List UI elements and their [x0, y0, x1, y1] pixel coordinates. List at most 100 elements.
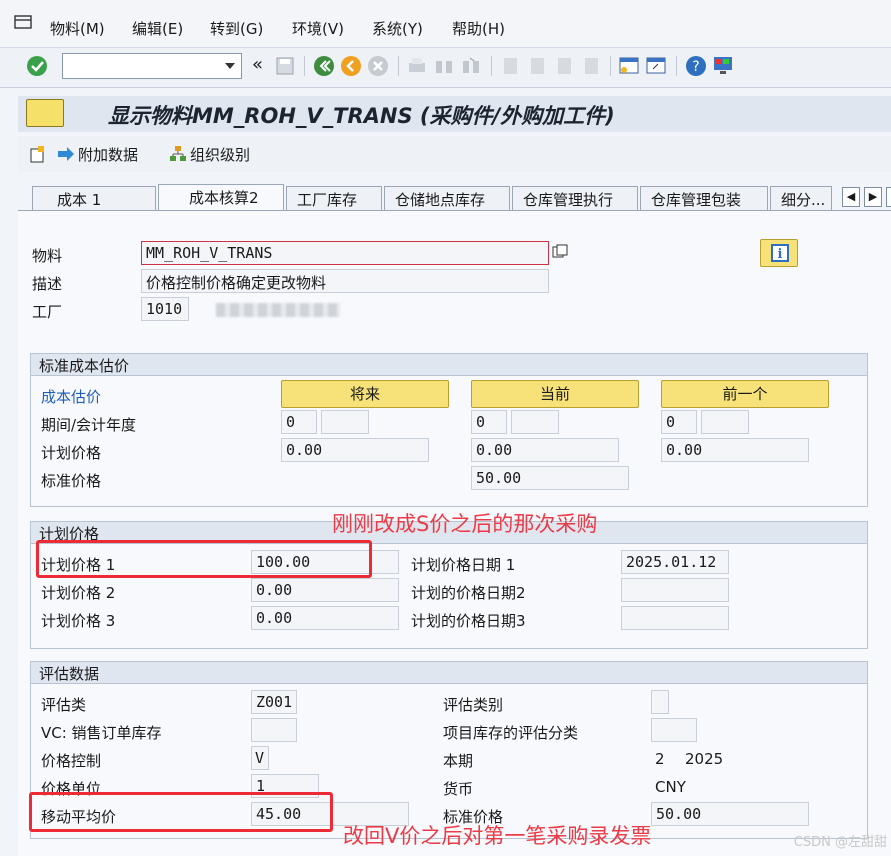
- tab-label: 细分...: [781, 191, 826, 209]
- chevron-down-icon[interactable]: [225, 63, 235, 69]
- tab-label: 仓库管理包装: [651, 191, 742, 209]
- tab-costing-2[interactable]: 成本核算2: [158, 184, 284, 210]
- previous-planned-price-field[interactable]: 0.00: [661, 438, 809, 462]
- menu-goto[interactable]: 转到(G): [210, 18, 263, 39]
- find-icon[interactable]: [433, 55, 455, 77]
- tab-wm-execution[interactable]: 仓库管理执行: [512, 186, 638, 210]
- tab-scroll-left-icon[interactable]: ◀: [842, 187, 860, 207]
- additional-data-button[interactable]: 附加数据: [78, 144, 138, 165]
- valuation-class-label: 评估类: [41, 696, 87, 714]
- shortcut-icon[interactable]: [645, 55, 667, 77]
- arrow-right-icon: [58, 147, 74, 161]
- planned-price-3-field[interactable]: 0.00: [251, 606, 399, 630]
- previous-period-field[interactable]: 0: [661, 410, 697, 434]
- current-button[interactable]: 当前: [471, 380, 639, 408]
- planned-price-date-2-label: 计划的价格日期2: [411, 584, 526, 602]
- tab-segment[interactable]: 细分...: [770, 186, 832, 210]
- info-button[interactable]: i: [760, 239, 798, 267]
- transaction-icon[interactable]: [26, 99, 64, 127]
- previous-button[interactable]: 前一个: [661, 380, 829, 408]
- planned-price-2-field[interactable]: 0.00: [251, 578, 399, 602]
- command-field[interactable]: [62, 53, 242, 79]
- command-input[interactable]: [65, 55, 215, 77]
- standard-price-field[interactable]: 50.00: [651, 802, 809, 826]
- price-control-field[interactable]: V: [251, 746, 269, 770]
- tab-strip: 成本 1 成本核算2 工厂库存 仓储地点库存 仓库管理执行 仓库管理包装 细分.…: [18, 184, 891, 210]
- material-field[interactable]: MM_ROH_V_TRANS: [141, 241, 549, 265]
- next-page-icon[interactable]: [553, 55, 575, 77]
- last-page-icon[interactable]: [580, 55, 602, 77]
- help-icon[interactable]: ?: [685, 55, 707, 77]
- org-levels-icon: [170, 146, 186, 161]
- cancel-icon[interactable]: [367, 55, 389, 77]
- valuation-class-field[interactable]: Z001: [251, 690, 297, 714]
- tab-wm-packaging[interactable]: 仓库管理包装: [640, 186, 768, 210]
- application-toolbar: 附加数据 组织级别: [18, 136, 891, 172]
- menu-help[interactable]: 帮助(H): [452, 18, 505, 39]
- current-year-field[interactable]: [511, 410, 559, 434]
- planned-price-date-3-label: 计划的价格日期3: [411, 612, 526, 630]
- system-menu-icon[interactable]: [14, 14, 34, 32]
- planned-price-date-1-field[interactable]: 2025.01.12: [621, 550, 729, 574]
- future-period-field[interactable]: 0: [281, 410, 317, 434]
- plant-field[interactable]: 1010: [141, 297, 189, 321]
- tab-cost-1[interactable]: 成本 1: [32, 186, 156, 210]
- group-title: 评估数据: [31, 662, 867, 684]
- tab-storage-location-stock[interactable]: 仓储地点库存: [384, 186, 510, 210]
- plant-label: 工厂: [32, 303, 63, 321]
- valuation-category-field[interactable]: [651, 690, 669, 714]
- menu-edit[interactable]: 编辑(E): [132, 18, 183, 39]
- enter-icon[interactable]: [26, 55, 48, 77]
- menu-system[interactable]: 系统(Y): [372, 18, 423, 39]
- annotation-top: 刚刚改成S价之后的那次采购: [332, 512, 598, 536]
- create-icon[interactable]: [28, 144, 48, 164]
- previous-year-field[interactable]: [701, 410, 749, 434]
- find-next-icon[interactable]: [460, 55, 482, 77]
- group-title: 标准成本估价: [31, 354, 867, 376]
- new-session-icon[interactable]: [618, 55, 640, 77]
- planned-price-label: 计划价格: [41, 444, 102, 462]
- toolbar-separator: [491, 56, 492, 76]
- planned-price-date-3-field[interactable]: [621, 606, 729, 630]
- current-planned-price-field[interactable]: 0.00: [471, 438, 619, 462]
- current-period-label: 本期: [443, 752, 474, 770]
- future-year-field[interactable]: [321, 410, 369, 434]
- currency-label: 货币: [443, 780, 474, 798]
- cost-estimate-label: 成本估价: [41, 388, 102, 406]
- page-title: 显示物料MM_ROH_V_TRANS (采购件/外购加工件): [108, 104, 615, 128]
- material-label: 物料: [32, 247, 63, 265]
- current-standard-price-field[interactable]: 50.00: [471, 466, 629, 490]
- future-button[interactable]: 将来: [281, 380, 449, 408]
- current-year-value: 2025: [685, 750, 724, 768]
- customize-icon[interactable]: [712, 55, 734, 77]
- tab-plant-stock[interactable]: 工厂库存: [286, 186, 382, 210]
- print-icon[interactable]: [406, 55, 428, 77]
- menu-material[interactable]: 物料(M): [50, 18, 105, 39]
- first-page-icon[interactable]: [499, 55, 521, 77]
- multiple-selection-icon[interactable]: [552, 244, 568, 260]
- vc-sales-order-stock-field[interactable]: [251, 718, 297, 742]
- double-chevron-left-icon[interactable]: «: [252, 54, 263, 75]
- org-levels-button[interactable]: 组织级别: [190, 144, 250, 165]
- current-period-value: 2: [655, 750, 665, 768]
- toolbar-separator: [304, 56, 305, 76]
- tab-list-icon[interactable]: [886, 187, 891, 207]
- planned-price-2-label: 计划价格 2: [41, 584, 116, 602]
- current-period-field[interactable]: 0: [471, 410, 507, 434]
- planned-price-date-2-field[interactable]: [621, 578, 729, 602]
- period-fiscal-year-label: 期间/会计年度: [41, 416, 137, 434]
- save-icon[interactable]: [274, 55, 296, 77]
- svg-text:?: ?: [692, 59, 699, 75]
- project-stock-valuation-field[interactable]: [651, 718, 697, 742]
- currency-value: CNY: [655, 778, 686, 796]
- description-field[interactable]: 价格控制价格确定更改物料: [141, 269, 549, 293]
- exit-icon[interactable]: [340, 55, 362, 77]
- menu-environment[interactable]: 环境(V): [292, 18, 344, 39]
- svg-text:i: i: [778, 247, 783, 262]
- toolbar-separator: [610, 56, 611, 76]
- back-icon[interactable]: [313, 55, 335, 77]
- prev-page-icon[interactable]: [526, 55, 548, 77]
- tab-scroll-right-icon[interactable]: ▶: [864, 187, 882, 207]
- standard-price-label: 标准价格: [41, 472, 102, 490]
- future-planned-price-field[interactable]: 0.00: [281, 438, 429, 462]
